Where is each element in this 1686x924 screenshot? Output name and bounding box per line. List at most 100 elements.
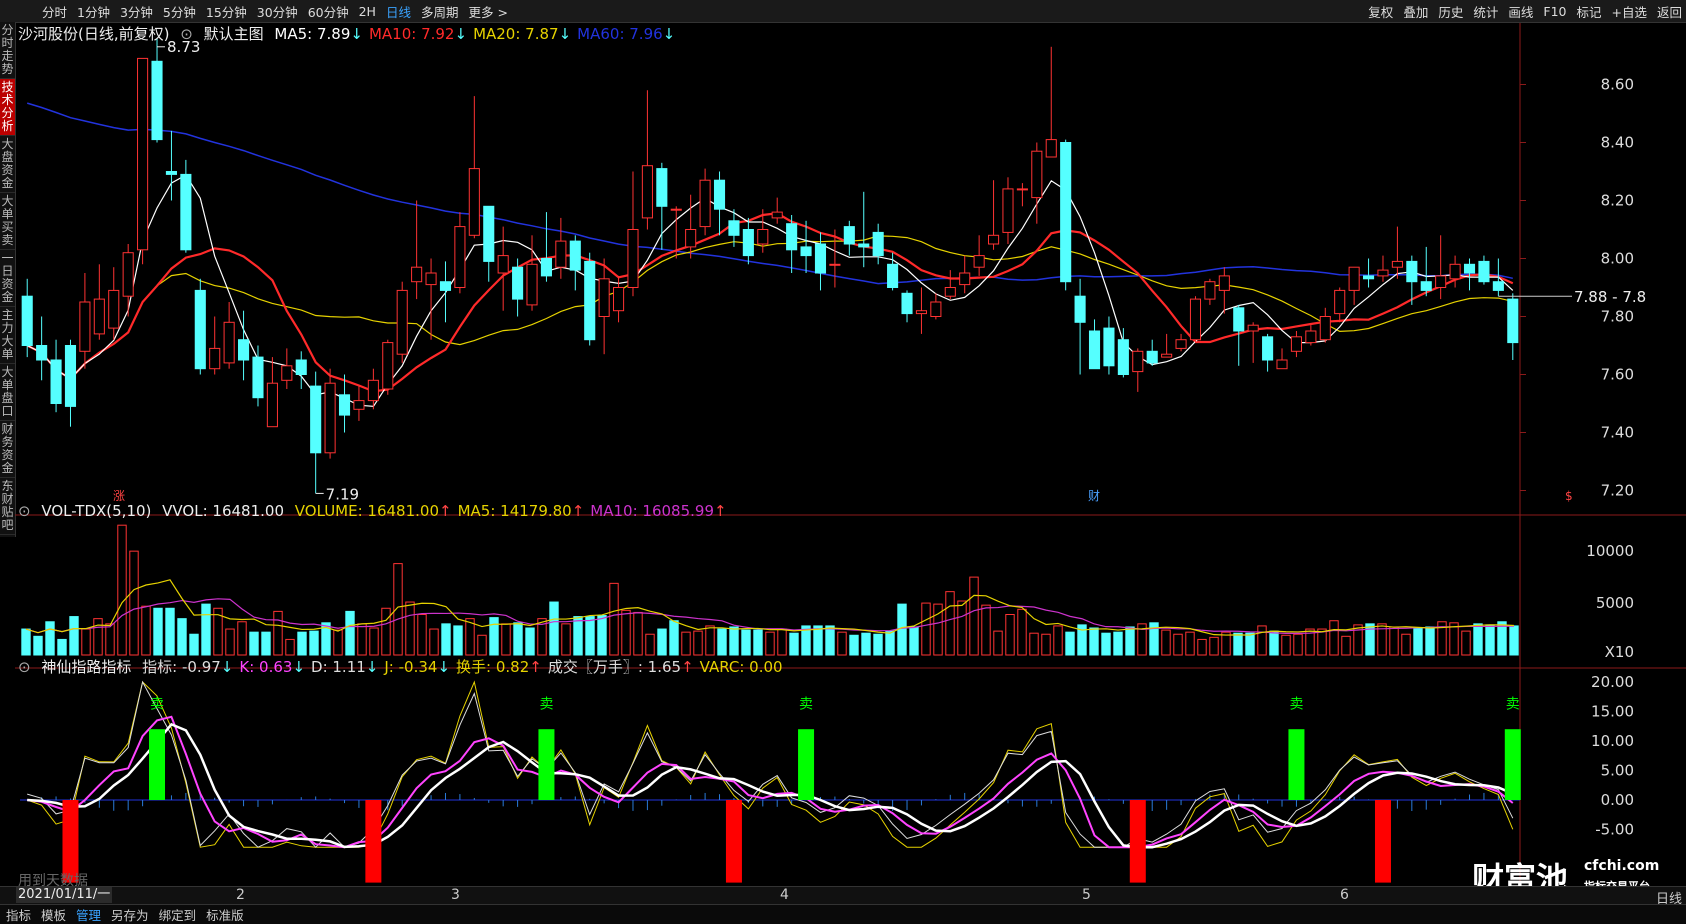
indicator-name[interactable]: 神仙指路指标: [41, 658, 131, 676]
arrow-down-icon: ↓: [558, 25, 572, 43]
candle-body: [1175, 339, 1187, 349]
bottom-tab-0[interactable]: 指标: [6, 905, 31, 924]
volume-bar: [129, 550, 139, 656]
candle-body: [829, 263, 841, 266]
volume-bar: [1485, 624, 1495, 656]
candle-body: [973, 255, 985, 268]
indicator-y-tick: -5.00: [1595, 821, 1634, 839]
candle-body: [439, 281, 452, 291]
candle-body: [1016, 188, 1028, 191]
volume-bar: [981, 604, 991, 656]
candle-body: [1492, 281, 1504, 291]
candle-body: [1233, 307, 1245, 332]
candle-body: [1391, 260, 1403, 268]
candle-body: [295, 359, 307, 375]
stock-title[interactable]: 沙河股份(日线,前复权): [18, 25, 169, 43]
candle-body: [670, 208, 682, 211]
arrow-up-icon: ↑: [529, 658, 542, 676]
event-marker[interactable]: $: [1565, 489, 1573, 503]
volume-bar: [69, 616, 79, 656]
volume-unit: X10: [1605, 643, 1634, 661]
volume-legend-item: VOLUME: 16481.00: [294, 502, 439, 520]
indicator-y-tick: 5.00: [1601, 762, 1634, 780]
candle-body: [1117, 339, 1129, 376]
candle-body: [872, 231, 884, 257]
volume-bar: [837, 631, 847, 656]
month-tick: 6: [1340, 887, 1349, 903]
time-axis-bar: [0, 886, 1686, 905]
volume-bar: [969, 576, 979, 656]
volume-indicator-name[interactable]: VOL-TDX(5,10): [41, 502, 151, 520]
volume-bar: [1089, 627, 1099, 656]
volume-bar: [1173, 633, 1183, 656]
gear-icon[interactable]: ⊙: [18, 502, 31, 520]
volume-bar: [165, 607, 175, 656]
chart-canvas[interactable]: 8.608.408.208.007.807.607.407.208.737.19…: [0, 0, 1686, 886]
candle-body: [483, 205, 495, 262]
sell-signal-bar: [1288, 729, 1305, 800]
event-marker[interactable]: 涨: [113, 488, 125, 503]
volume-bar: [381, 607, 391, 656]
volume-bar: [345, 610, 355, 656]
candle-body: [1507, 298, 1519, 344]
template-label[interactable]: 默认主图: [204, 25, 264, 43]
volume-bar: [909, 626, 919, 656]
bottom-tab-1[interactable]: 模板: [41, 905, 66, 924]
candle-body: [367, 379, 379, 402]
volume-bar: [45, 621, 55, 656]
bottom-tab-4[interactable]: 绑定到: [159, 905, 197, 924]
sell-signal-label: 卖: [1506, 697, 1520, 713]
price-y-tick: 8.00: [1601, 250, 1634, 268]
volume-legend-item: MA5: 14179.80: [457, 502, 572, 520]
arrow-down-icon: ↓: [365, 658, 379, 676]
arrow-up-icon: ↑: [681, 658, 694, 676]
bottom-tab-5[interactable]: 标准版: [206, 905, 244, 924]
sell-signal-label: 卖: [1289, 697, 1303, 713]
arrow-up-icon: ↑: [439, 502, 452, 520]
candle-body: [699, 179, 711, 228]
volume-bar: [273, 610, 283, 656]
volume-bar: [417, 614, 427, 656]
candle-body: [1204, 281, 1216, 300]
volume-bar: [1245, 632, 1255, 656]
volume-bar: [237, 621, 247, 656]
volume-bar: [825, 625, 835, 656]
candle-body: [656, 168, 668, 207]
volume-bar: [873, 633, 883, 656]
volume-bar: [813, 625, 823, 656]
volume-bar: [105, 623, 115, 656]
candle-body: [1161, 353, 1173, 358]
volume-bar: [945, 591, 955, 656]
bottom-tab-3[interactable]: 另存为: [111, 905, 149, 924]
candle-body: [223, 321, 235, 364]
volume-bar: [633, 611, 643, 656]
volume-bar: [1329, 620, 1339, 656]
candle-body: [814, 243, 827, 274]
indicator-legend-item: 指标: -0.97: [142, 658, 221, 676]
ma-legend-item: MA10: 7.92: [368, 25, 455, 43]
sell-signal-bar: [149, 729, 166, 800]
candle-body: [786, 223, 798, 251]
indicator-legend-items: 指标: -0.97↓ K: 0.63↓ D: 1.11↓ J: -0.34↓ 换手: 0…: [142, 658, 788, 676]
candle-body: [353, 400, 365, 410]
volume-bar: [357, 623, 367, 656]
candle-body: [1406, 260, 1418, 283]
volume-bar: [405, 601, 415, 656]
candle-body: [713, 179, 726, 210]
volume-bar: [609, 582, 619, 656]
candle-body: [1319, 316, 1331, 341]
gear-icon[interactable]: ⊙: [18, 658, 31, 676]
candle-body: [338, 394, 351, 416]
candle-body: [50, 359, 62, 404]
volume-bar: [453, 625, 463, 656]
volume-bar: [921, 602, 931, 656]
buy-signal-bar: [725, 800, 742, 883]
candle-body: [800, 246, 812, 257]
candle-body: [1247, 324, 1259, 332]
indicator-legend-item: J: -0.34: [384, 658, 438, 676]
cursor-date: 2021/01/11/一: [16, 887, 113, 903]
event-marker[interactable]: 财: [1088, 489, 1100, 503]
candle-body: [266, 382, 278, 428]
bottom-tab-2[interactable]: 管理: [76, 905, 101, 924]
gear-icon[interactable]: ⊙: [180, 25, 193, 43]
